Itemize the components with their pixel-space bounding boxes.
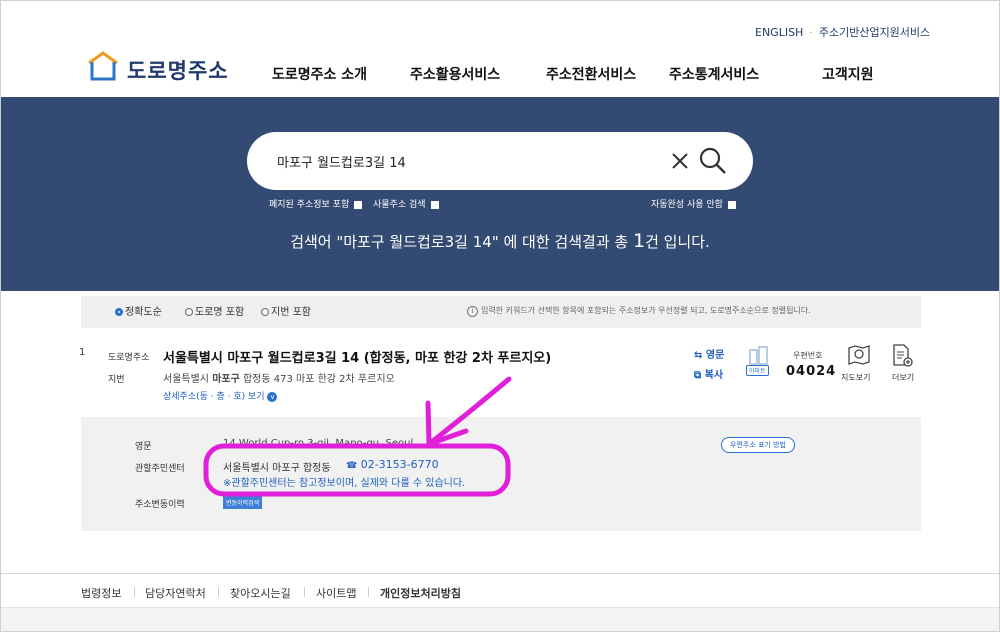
footer-bottom-band [1,607,999,631]
footer-separator [218,587,219,597]
footer-contact-link[interactable]: 담당자연락처 [145,585,206,601]
footer-privacy-link[interactable]: 개인정보처리방침 [380,585,461,601]
footer-sitemap-link[interactable]: 사이트맵 [316,585,356,601]
browser-page: ENGLISH · 주소기반산업지원서비스 도로명주소 도로명주소 소개 주소활용서… [0,0,1000,632]
highlight-box-outline [203,443,511,497]
footer-directions-link[interactable]: 찾아오시는길 [230,585,291,601]
footer-law-link[interactable]: 법령정보 [81,585,121,601]
footer-separator [304,587,305,597]
footer-separator [134,587,135,597]
highlight-arrow-icon [430,376,512,444]
highlight-annotation [203,376,512,497]
footer-separator [368,587,369,597]
footer-divider [1,573,999,574]
